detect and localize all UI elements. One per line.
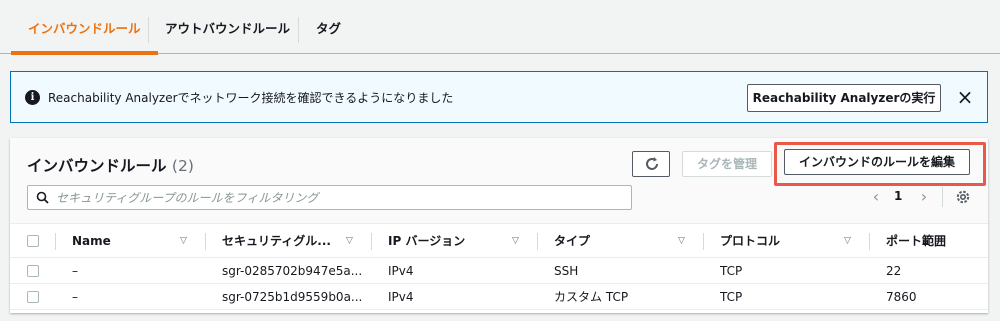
panel-title: インバウンドルール (2) [27, 154, 194, 176]
select-all-checkbox[interactable] [27, 235, 39, 247]
column-header-type[interactable]: タイプ [554, 224, 590, 258]
tab-bar: インバウンドルール アウトバウンドルール タグ [0, 0, 1000, 55]
cell-security-group-rule-id: sgr-0285702b947e5a... [222, 264, 363, 278]
column-divider [869, 233, 870, 250]
tab-inbound-rules[interactable]: インバウンドルール [11, 0, 157, 55]
tab-divider [298, 17, 299, 43]
cell-name: – [72, 264, 78, 278]
refresh-button[interactable] [632, 151, 670, 177]
pager-divider [942, 187, 943, 207]
sort-icon[interactable]: ▽ [678, 235, 685, 247]
run-reachability-analyzer-button[interactable]: Reachability Analyzerの実行 [747, 84, 941, 112]
row-checkbox[interactable] [27, 265, 39, 277]
column-header-ip-version[interactable]: IP バージョン [388, 224, 465, 258]
cell-ip-version: IPv4 [388, 290, 414, 304]
table-row[interactable]: – sgr-0285702b947e5a... IPv4 SSH TCP 22 [10, 259, 988, 284]
cell-protocol: TCP [720, 264, 743, 278]
column-header-port-range[interactable]: ポート範囲 [886, 224, 946, 258]
edit-inbound-rules-button[interactable]: インバウンドのルールを編集 [784, 149, 970, 175]
info-banner: i Reachability Analyzerでネットワーク接続を確認できるよう… [10, 71, 988, 123]
previous-page-button[interactable]: ‹ [868, 187, 884, 207]
column-header-security-group-rule-id[interactable]: セキュリティグル... [222, 224, 331, 258]
next-page-button[interactable]: › [916, 187, 932, 207]
cell-protocol: TCP [720, 290, 743, 304]
column-divider [371, 233, 372, 250]
column-header-protocol[interactable]: プロトコル [720, 224, 780, 258]
current-page-number[interactable]: 1 [894, 189, 902, 203]
cell-type: カスタム TCP [554, 290, 629, 304]
cell-port-range: 22 [886, 264, 902, 278]
tab-divider [148, 17, 149, 43]
cell-ip-version: IPv4 [388, 264, 414, 278]
table-row[interactable]: – sgr-0725b1d9559b0a... IPv4 カスタム TCP TC… [10, 285, 988, 310]
tab-tags[interactable]: タグ [316, 0, 341, 54]
column-divider [703, 233, 704, 250]
info-banner-message: Reachability Analyzerでネットワーク接続を確認できるようにな… [48, 91, 454, 105]
close-icon[interactable]: × [953, 86, 977, 110]
row-checkbox[interactable] [27, 291, 39, 303]
refresh-icon [646, 157, 658, 170]
inbound-rules-panel: インバウンドルール (2) タグを管理 インバウンドのルールを編集 ‹ 1 › [10, 138, 988, 313]
column-divider [205, 233, 206, 250]
cell-name: – [72, 290, 78, 304]
sort-icon[interactable]: ▽ [180, 235, 187, 247]
search-input[interactable] [56, 186, 626, 209]
column-divider [537, 233, 538, 250]
gear-icon[interactable] [954, 188, 972, 206]
cell-type: SSH [554, 264, 579, 278]
search-icon [36, 191, 49, 204]
sort-icon[interactable]: ▽ [512, 235, 519, 247]
search-box[interactable] [27, 185, 632, 210]
panel-header: インバウンドルール (2) タグを管理 インバウンドのルールを編集 ‹ 1 › [10, 138, 988, 224]
tab-outbound-rules[interactable]: アウトバウンドルール [165, 0, 290, 54]
manage-tags-button[interactable]: タグを管理 [682, 151, 772, 177]
cell-port-range: 7860 [886, 290, 917, 304]
column-divider [55, 233, 56, 250]
rule-count: (2) [171, 157, 194, 175]
info-icon: i [25, 90, 40, 105]
sort-icon[interactable]: ▽ [346, 235, 353, 247]
column-header-name[interactable]: Name [72, 224, 111, 258]
table-header: Name ▽ セキュリティグル... ▽ IP バージョン ▽ タイプ ▽ プロ… [10, 224, 988, 258]
panel-title-text: インバウンドルール [27, 157, 167, 175]
sort-icon[interactable]: ▽ [844, 235, 851, 247]
cell-security-group-rule-id: sgr-0725b1d9559b0a... [222, 290, 363, 304]
